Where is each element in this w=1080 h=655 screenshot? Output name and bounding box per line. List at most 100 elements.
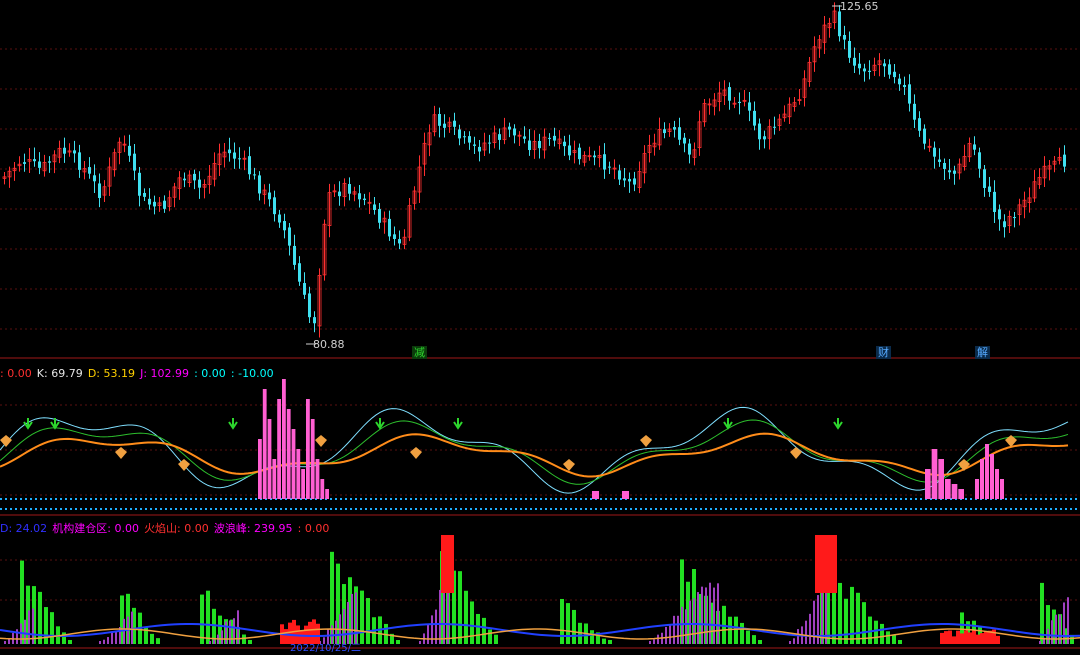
candle-body <box>1003 221 1006 228</box>
stock-chart-canvas[interactable] <box>0 0 1080 654</box>
flow-bar-green <box>740 622 744 644</box>
candle-body <box>998 209 1001 220</box>
candle-body <box>918 118 921 131</box>
candle-body <box>943 162 946 169</box>
kdj-hist-bar <box>980 459 984 499</box>
flow-flame-bar <box>972 629 976 644</box>
candle-body <box>278 214 281 223</box>
candle-body <box>568 145 571 156</box>
candle-body <box>78 152 81 170</box>
candle-body <box>973 144 976 150</box>
candle-body <box>443 123 446 128</box>
kdj-hist-bar <box>315 459 320 499</box>
candle-body <box>288 227 291 246</box>
candle-body <box>853 57 856 66</box>
kdj-diamond-icon <box>115 447 127 459</box>
candle-body <box>948 170 951 173</box>
flow-flame-bar <box>940 632 944 644</box>
candle-body <box>313 317 316 324</box>
candle-body <box>603 154 606 170</box>
kdj-d-line <box>0 419 1069 485</box>
candle-body <box>308 293 311 318</box>
candle-body <box>378 209 381 223</box>
kdj-arrow-down-icon <box>453 418 463 430</box>
candle-body <box>633 178 636 185</box>
flow-flame-bar <box>952 636 956 644</box>
marker-unlock[interactable]: 解 <box>975 346 990 359</box>
flow-bar-green <box>50 612 54 644</box>
kdj-j-line <box>0 432 1069 478</box>
kdj-hist-bar <box>925 469 931 499</box>
candle-body <box>393 234 396 239</box>
kdj-hist-bar <box>945 479 951 499</box>
candle-body <box>893 71 896 78</box>
kdj-arrow-down-icon <box>23 418 33 430</box>
candle-body <box>838 11 841 37</box>
candle-body <box>1013 217 1016 219</box>
kdj-hist-bar <box>282 379 286 499</box>
candle-body <box>1063 154 1066 167</box>
candle-body <box>133 153 136 171</box>
marker-finance[interactable]: 财 <box>876 346 891 359</box>
candle-body <box>673 127 676 130</box>
candle-body <box>348 184 351 194</box>
candle-body <box>458 129 461 139</box>
flow-bar-green <box>758 640 762 644</box>
candle-body <box>933 147 936 157</box>
candle-body <box>858 63 861 69</box>
candle-body <box>388 218 391 237</box>
flow-flame-bar <box>964 630 968 644</box>
flow-flame-bar <box>996 635 1000 644</box>
candle-body <box>508 126 511 130</box>
candle-body <box>268 192 271 200</box>
candle-body <box>938 159 941 162</box>
kdj-diamond-icon <box>410 447 422 459</box>
flow-bar-green <box>608 640 612 644</box>
candle-body <box>593 155 596 158</box>
flow-d-value: D: 24.02 <box>0 522 48 535</box>
flow-bar-green <box>874 620 878 644</box>
candle-body <box>978 152 981 169</box>
candle-body <box>843 35 846 40</box>
kdj-val-0: : 0.00 <box>0 367 32 380</box>
kdj-hist-bar <box>301 469 305 499</box>
flow-flame-bar <box>984 631 988 644</box>
candle-body <box>628 178 631 182</box>
kdj-hist-bar <box>592 491 599 499</box>
marker-reduce[interactable]: 减 <box>412 346 427 359</box>
candle-body <box>473 144 476 146</box>
flow-bar-green <box>156 638 160 644</box>
kdj-hist-bar <box>267 419 272 499</box>
candle-body <box>773 126 776 128</box>
candle-body <box>898 78 901 85</box>
candle-body <box>298 263 301 282</box>
flow-flame-bar <box>944 631 948 644</box>
flow-bar-green <box>602 638 606 644</box>
flow-bar-green <box>572 609 576 644</box>
flow-bar-green <box>38 591 42 644</box>
candle-body <box>903 85 906 88</box>
candle-body <box>683 137 686 144</box>
candle-body <box>253 174 256 176</box>
candle-body <box>398 239 401 244</box>
price-high-value: 125.65 <box>840 0 879 13</box>
flow-bar-green <box>494 634 498 644</box>
candle-body <box>33 159 36 162</box>
candle-body <box>93 175 96 182</box>
candle-body <box>228 149 231 154</box>
flow-val-4: : 0.00 <box>297 522 330 535</box>
flow-bar-green <box>856 592 860 644</box>
kdj-hist-bar <box>958 489 964 499</box>
candle-body <box>763 136 766 140</box>
candle-body <box>238 158 241 160</box>
candle-body <box>608 166 611 168</box>
kdj-hist-bar <box>931 449 938 499</box>
kdj-hist-bar <box>296 449 301 499</box>
candle-body <box>98 183 101 198</box>
candle-body <box>438 113 441 126</box>
kdj-hist-bar <box>975 479 979 499</box>
candle-body <box>73 150 76 154</box>
kdj-diamond-icon <box>0 435 12 447</box>
kdj-hist-bar <box>306 399 310 499</box>
kdj-hist-bar <box>277 399 281 499</box>
